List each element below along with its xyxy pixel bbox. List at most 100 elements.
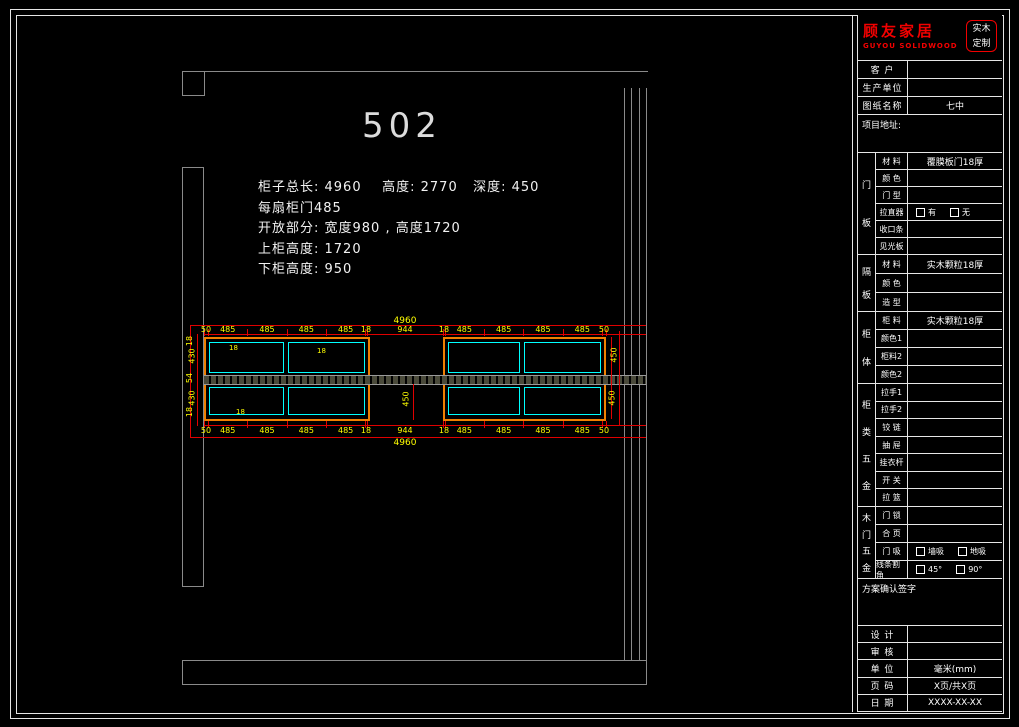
row-value xyxy=(908,293,1002,311)
row-value xyxy=(908,79,1002,96)
dim-text: 485 xyxy=(496,326,511,334)
title-block: 顾友家居 GUYOU SOLIDWOOD 实木 定制 客 户生产单位图纸名称七中… xyxy=(857,15,1002,712)
table-row: 门 型 xyxy=(876,187,1002,204)
dim-text: 18 xyxy=(439,427,449,435)
dim-tick xyxy=(484,421,485,428)
dim-text: 485 xyxy=(220,326,235,334)
dim-text: 944 xyxy=(397,427,412,435)
signature-label: 方案确认签字 xyxy=(862,585,916,595)
table-row: 材 料实木颗粒18厚 xyxy=(876,255,1002,274)
row-value xyxy=(908,472,1002,489)
dim-text: 4960 xyxy=(394,439,417,447)
spec-group: 柜体柜 料实木颗粒18厚颜色1柜料2颜色2 xyxy=(858,312,1002,384)
row-value xyxy=(908,61,1002,78)
row-label: 材 料 xyxy=(876,255,908,273)
checkbox-label: 地吸 xyxy=(970,546,986,557)
dim-text: 50 xyxy=(201,427,211,435)
checkbox-option: 90° xyxy=(956,565,982,574)
group-title-char: 木 xyxy=(862,511,871,524)
row-label: 拉手2 xyxy=(876,402,908,419)
dim-tick xyxy=(523,421,524,428)
row-label: 线条割角 xyxy=(876,561,908,578)
carcass-cell xyxy=(448,342,520,373)
dim-tick xyxy=(247,421,248,428)
row-value xyxy=(908,274,1002,292)
row-value xyxy=(908,170,1002,186)
table-row: 抽 屉 xyxy=(876,437,1002,455)
row-value xyxy=(908,525,1002,542)
checkbox xyxy=(958,547,967,556)
spec-groups: 门板材 料覆膜板门18厚颜 色门 型拉直器有无收口条见光板隔板材 料实木颗粒18… xyxy=(858,153,1002,579)
carcass-cell xyxy=(448,387,520,415)
dim-text: 485 xyxy=(457,427,472,435)
table-row: 门 吸墙吸 地吸 xyxy=(876,543,1002,561)
table-row: 颜 色 xyxy=(876,170,1002,187)
row-label: 收口条 xyxy=(876,221,908,237)
dim-text: 18 xyxy=(229,345,238,352)
dim-text: 485 xyxy=(259,427,274,435)
dim-text: 485 xyxy=(457,326,472,334)
dim-tick xyxy=(326,421,327,428)
table-row: 客 户 xyxy=(858,61,1002,79)
row-value: 45° 90° xyxy=(908,561,1002,578)
signature-section: 方案确认签字 xyxy=(858,579,1002,626)
dim-line-gap-vertical xyxy=(413,384,414,420)
row-value: 有无 xyxy=(908,204,1002,220)
row-value: XXXX-XX-XX xyxy=(908,695,1002,711)
stamp-line: 实木 xyxy=(967,22,996,37)
table-row: 拉手1 xyxy=(876,384,1002,402)
cabinet-plan: 5050485485485485485485485485181894494418… xyxy=(0,0,852,727)
checkbox-option: 有 xyxy=(916,207,936,218)
spec-group-rows: 材 料覆膜板门18厚颜 色门 型拉直器有无收口条见光板 xyxy=(876,153,1002,254)
checkbox xyxy=(916,547,925,556)
dim-text: 18 xyxy=(361,326,371,334)
spec-group-rows: 材 料实木颗粒18厚颜 色造 型 xyxy=(876,255,1002,311)
row-label: 生产单位 xyxy=(858,79,908,96)
row-value xyxy=(908,402,1002,419)
checkbox-option: 无 xyxy=(950,207,970,218)
row-value: 实木颗粒18厚 xyxy=(908,312,1002,329)
dim-text: 485 xyxy=(535,326,550,334)
group-title-char: 体 xyxy=(862,355,871,368)
row-label: 设 计 xyxy=(858,626,908,642)
dim-text: 450 xyxy=(611,347,619,362)
row-label: 合 页 xyxy=(876,525,908,542)
spec-group-rows: 拉手1拉手2铰 链抽 屉挂衣杆开 关拉 篮 xyxy=(876,384,1002,506)
row-value xyxy=(908,238,1002,254)
dim-text: 485 xyxy=(299,326,314,334)
table-row: 颜色2 xyxy=(876,366,1002,383)
row-label: 材 料 xyxy=(876,153,908,169)
row-value xyxy=(908,626,1002,642)
group-title-char: 类 xyxy=(862,425,871,438)
row-value: 覆膜板门18厚 xyxy=(908,153,1002,169)
group-title-char: 门 xyxy=(862,528,871,541)
group-title-char: 五 xyxy=(862,544,871,557)
table-row: 拉 篮 xyxy=(876,489,1002,506)
table-row: 见光板 xyxy=(876,238,1002,254)
row-label: 门 吸 xyxy=(876,543,908,560)
table-row: 页 码X页/共X页 xyxy=(858,678,1002,695)
dim-text: 485 xyxy=(575,326,590,334)
dim-text: 18 xyxy=(317,348,326,355)
table-row: 线条割角 45° 90° xyxy=(876,561,1002,578)
dim-text: 430 xyxy=(189,390,197,405)
checkbox-option: 45° xyxy=(916,565,942,574)
row-value xyxy=(908,643,1002,659)
group-title-char: 金 xyxy=(862,561,871,574)
row-value: 毫米(mm) xyxy=(908,660,1002,676)
row-label: 见光板 xyxy=(876,238,908,254)
checkbox-label: 有 xyxy=(928,207,936,218)
dim-text: 18 xyxy=(361,427,371,435)
row-value: 七中 xyxy=(908,97,1002,114)
row-label: 柜料2 xyxy=(876,348,908,365)
table-row: 拉直器有无 xyxy=(876,204,1002,221)
dim-text: 450 xyxy=(609,390,617,405)
row-value xyxy=(908,419,1002,436)
spec-group-title: 门板 xyxy=(858,153,876,254)
checkbox-option: 墙吸 xyxy=(916,546,944,557)
table-row: 柜 料实木颗粒18厚 xyxy=(876,312,1002,330)
table-row: 挂衣杆 xyxy=(876,454,1002,472)
row-label: 铰 链 xyxy=(876,419,908,436)
row-label: 页 码 xyxy=(858,678,908,694)
checkbox-label: 45° xyxy=(928,565,942,574)
